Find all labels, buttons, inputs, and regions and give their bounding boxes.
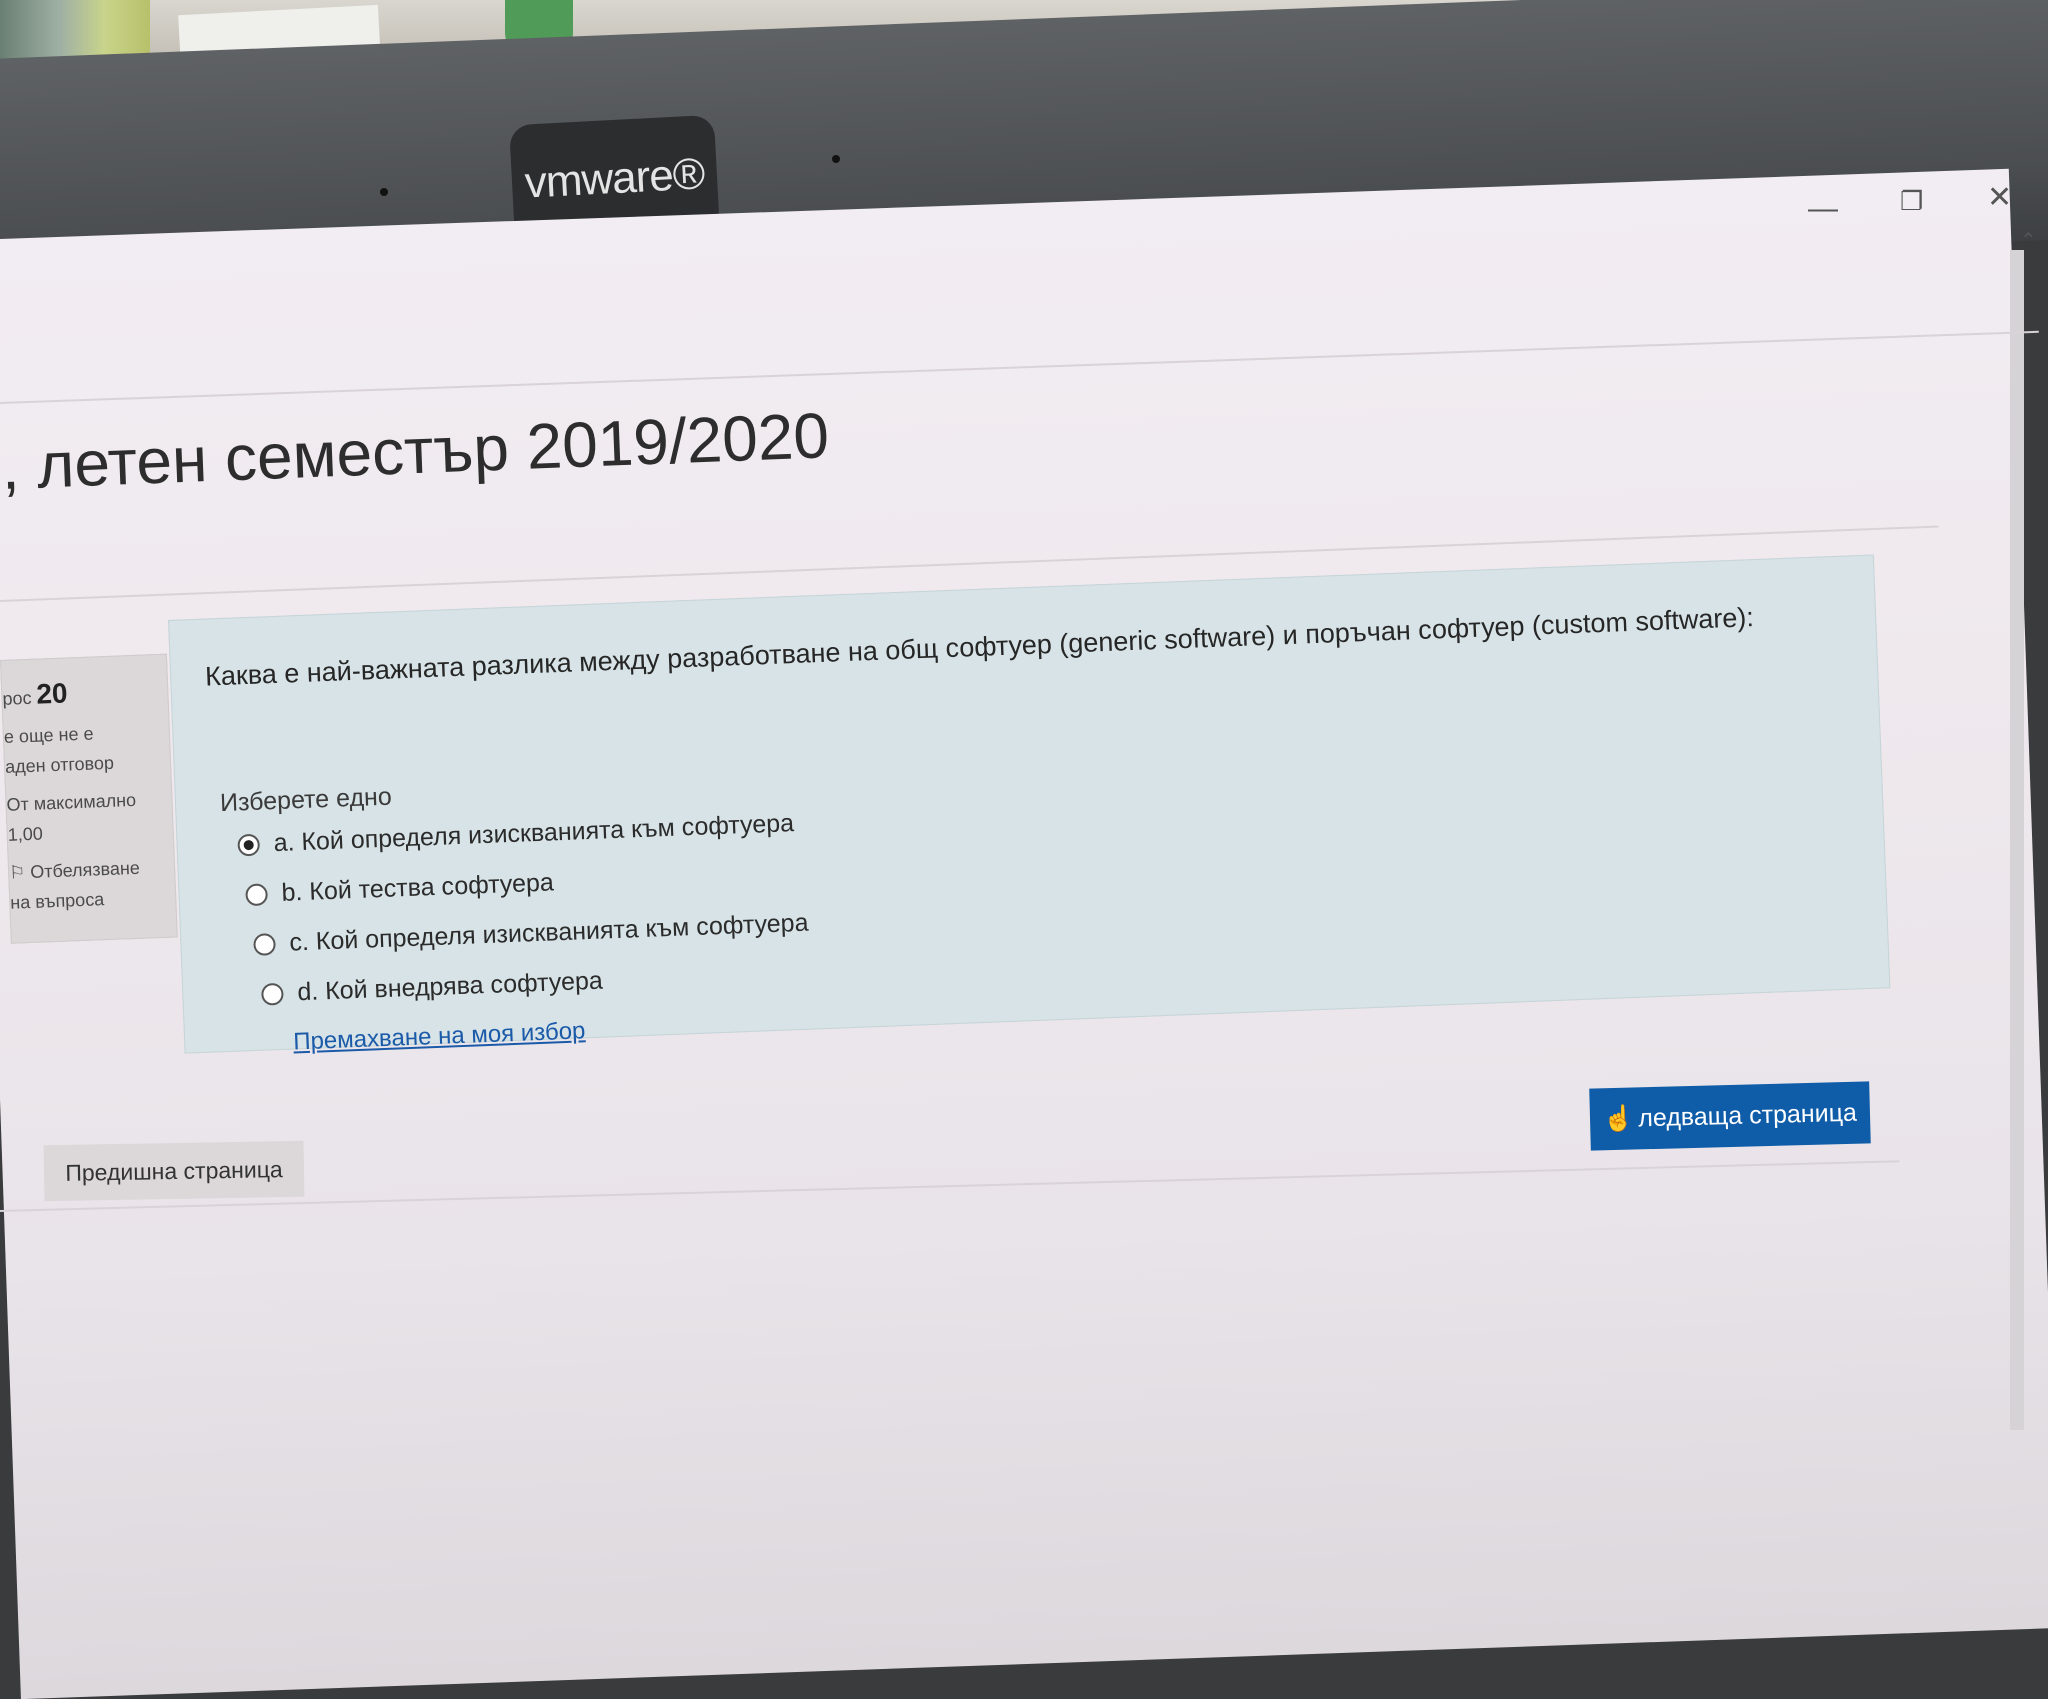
radio-b[interactable] (245, 882, 269, 906)
flag-icon: ⚐ (8, 862, 26, 883)
option-d[interactable]: d. Кой внедрява софтуера (261, 967, 603, 1009)
webcam-dot-right (832, 155, 840, 163)
radio-d[interactable] (261, 982, 284, 1006)
option-d-label: d. Кой внедрява софтуера (296, 966, 604, 1007)
restore-button[interactable]: ❐ (1900, 186, 1923, 217)
radio-c[interactable] (253, 932, 276, 956)
question-number: рос 20 (2, 675, 168, 714)
max-points-value: 1,00 (7, 823, 44, 845)
close-button[interactable]: ✕ (1987, 180, 2012, 215)
max-points-label: От максимално (6, 789, 137, 815)
next-page-button[interactable]: ☝ ледваща страница (1589, 1081, 1871, 1151)
hand-cursor-icon: ☝ (1602, 1104, 1635, 1133)
option-a-label: a. Кой определя изискванията към софтуер… (273, 809, 795, 858)
question-status: е още не е аден отговор (3, 716, 170, 782)
vertical-scrollbar[interactable] (2010, 250, 2024, 1430)
question-info-panel: рос 20 е още не е аден отговор От максима… (0, 653, 178, 944)
answer-prompt: Изберете едно (219, 782, 393, 818)
radio-a[interactable] (237, 833, 261, 856)
question-text: Каква е най-важната разлика между разраб… (204, 602, 1755, 692)
status-line2: аден отговор (4, 752, 115, 777)
flag-line2: на въпроса (9, 889, 105, 913)
flag-line1: Отбелязване (29, 857, 141, 882)
question-number-prefix: рос (2, 687, 32, 709)
option-b[interactable]: b. Кой тества софтуера (245, 868, 554, 909)
next-page-label: ледваща страница (1637, 1098, 1858, 1132)
previous-page-button[interactable]: Предишна страница (43, 1140, 305, 1202)
option-a[interactable]: a. Кой определя изискванията към софтуер… (237, 809, 795, 859)
flag-question[interactable]: ⚐ Отбелязване на въпроса (9, 851, 176, 917)
option-c[interactable]: c. Кой определя изискванията към софтуер… (253, 909, 809, 959)
brand-label: vmware® (523, 149, 706, 208)
option-b-label: b. Кой тества софтуера (281, 868, 555, 907)
question-max-points: От максимално 1,00 (6, 784, 173, 850)
minimize-button[interactable]: — (1808, 192, 1838, 226)
question-panel: Каква е най-важната разлика между разраб… (168, 554, 1891, 1055)
option-c-label: c. Кой определя изискванията към софтуер… (288, 908, 809, 957)
status-line1: е още не е (3, 723, 94, 747)
question-number-value: 20 (35, 677, 69, 710)
webcam-dot-left (380, 188, 388, 196)
